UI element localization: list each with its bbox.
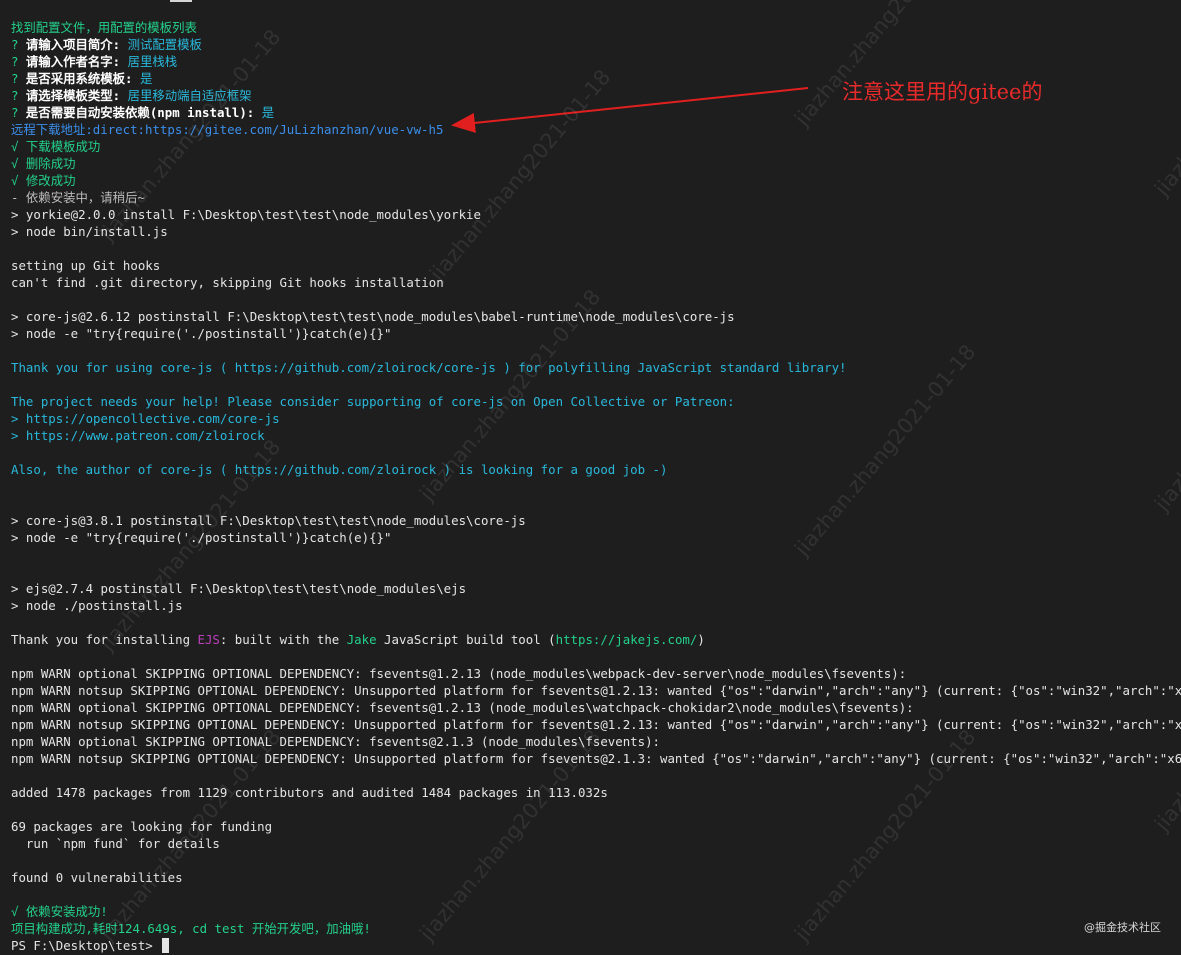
juejin-logo: @掘金技术社区	[1084, 921, 1161, 934]
annotation-label: 注意这里用的gitee的	[842, 80, 1043, 104]
